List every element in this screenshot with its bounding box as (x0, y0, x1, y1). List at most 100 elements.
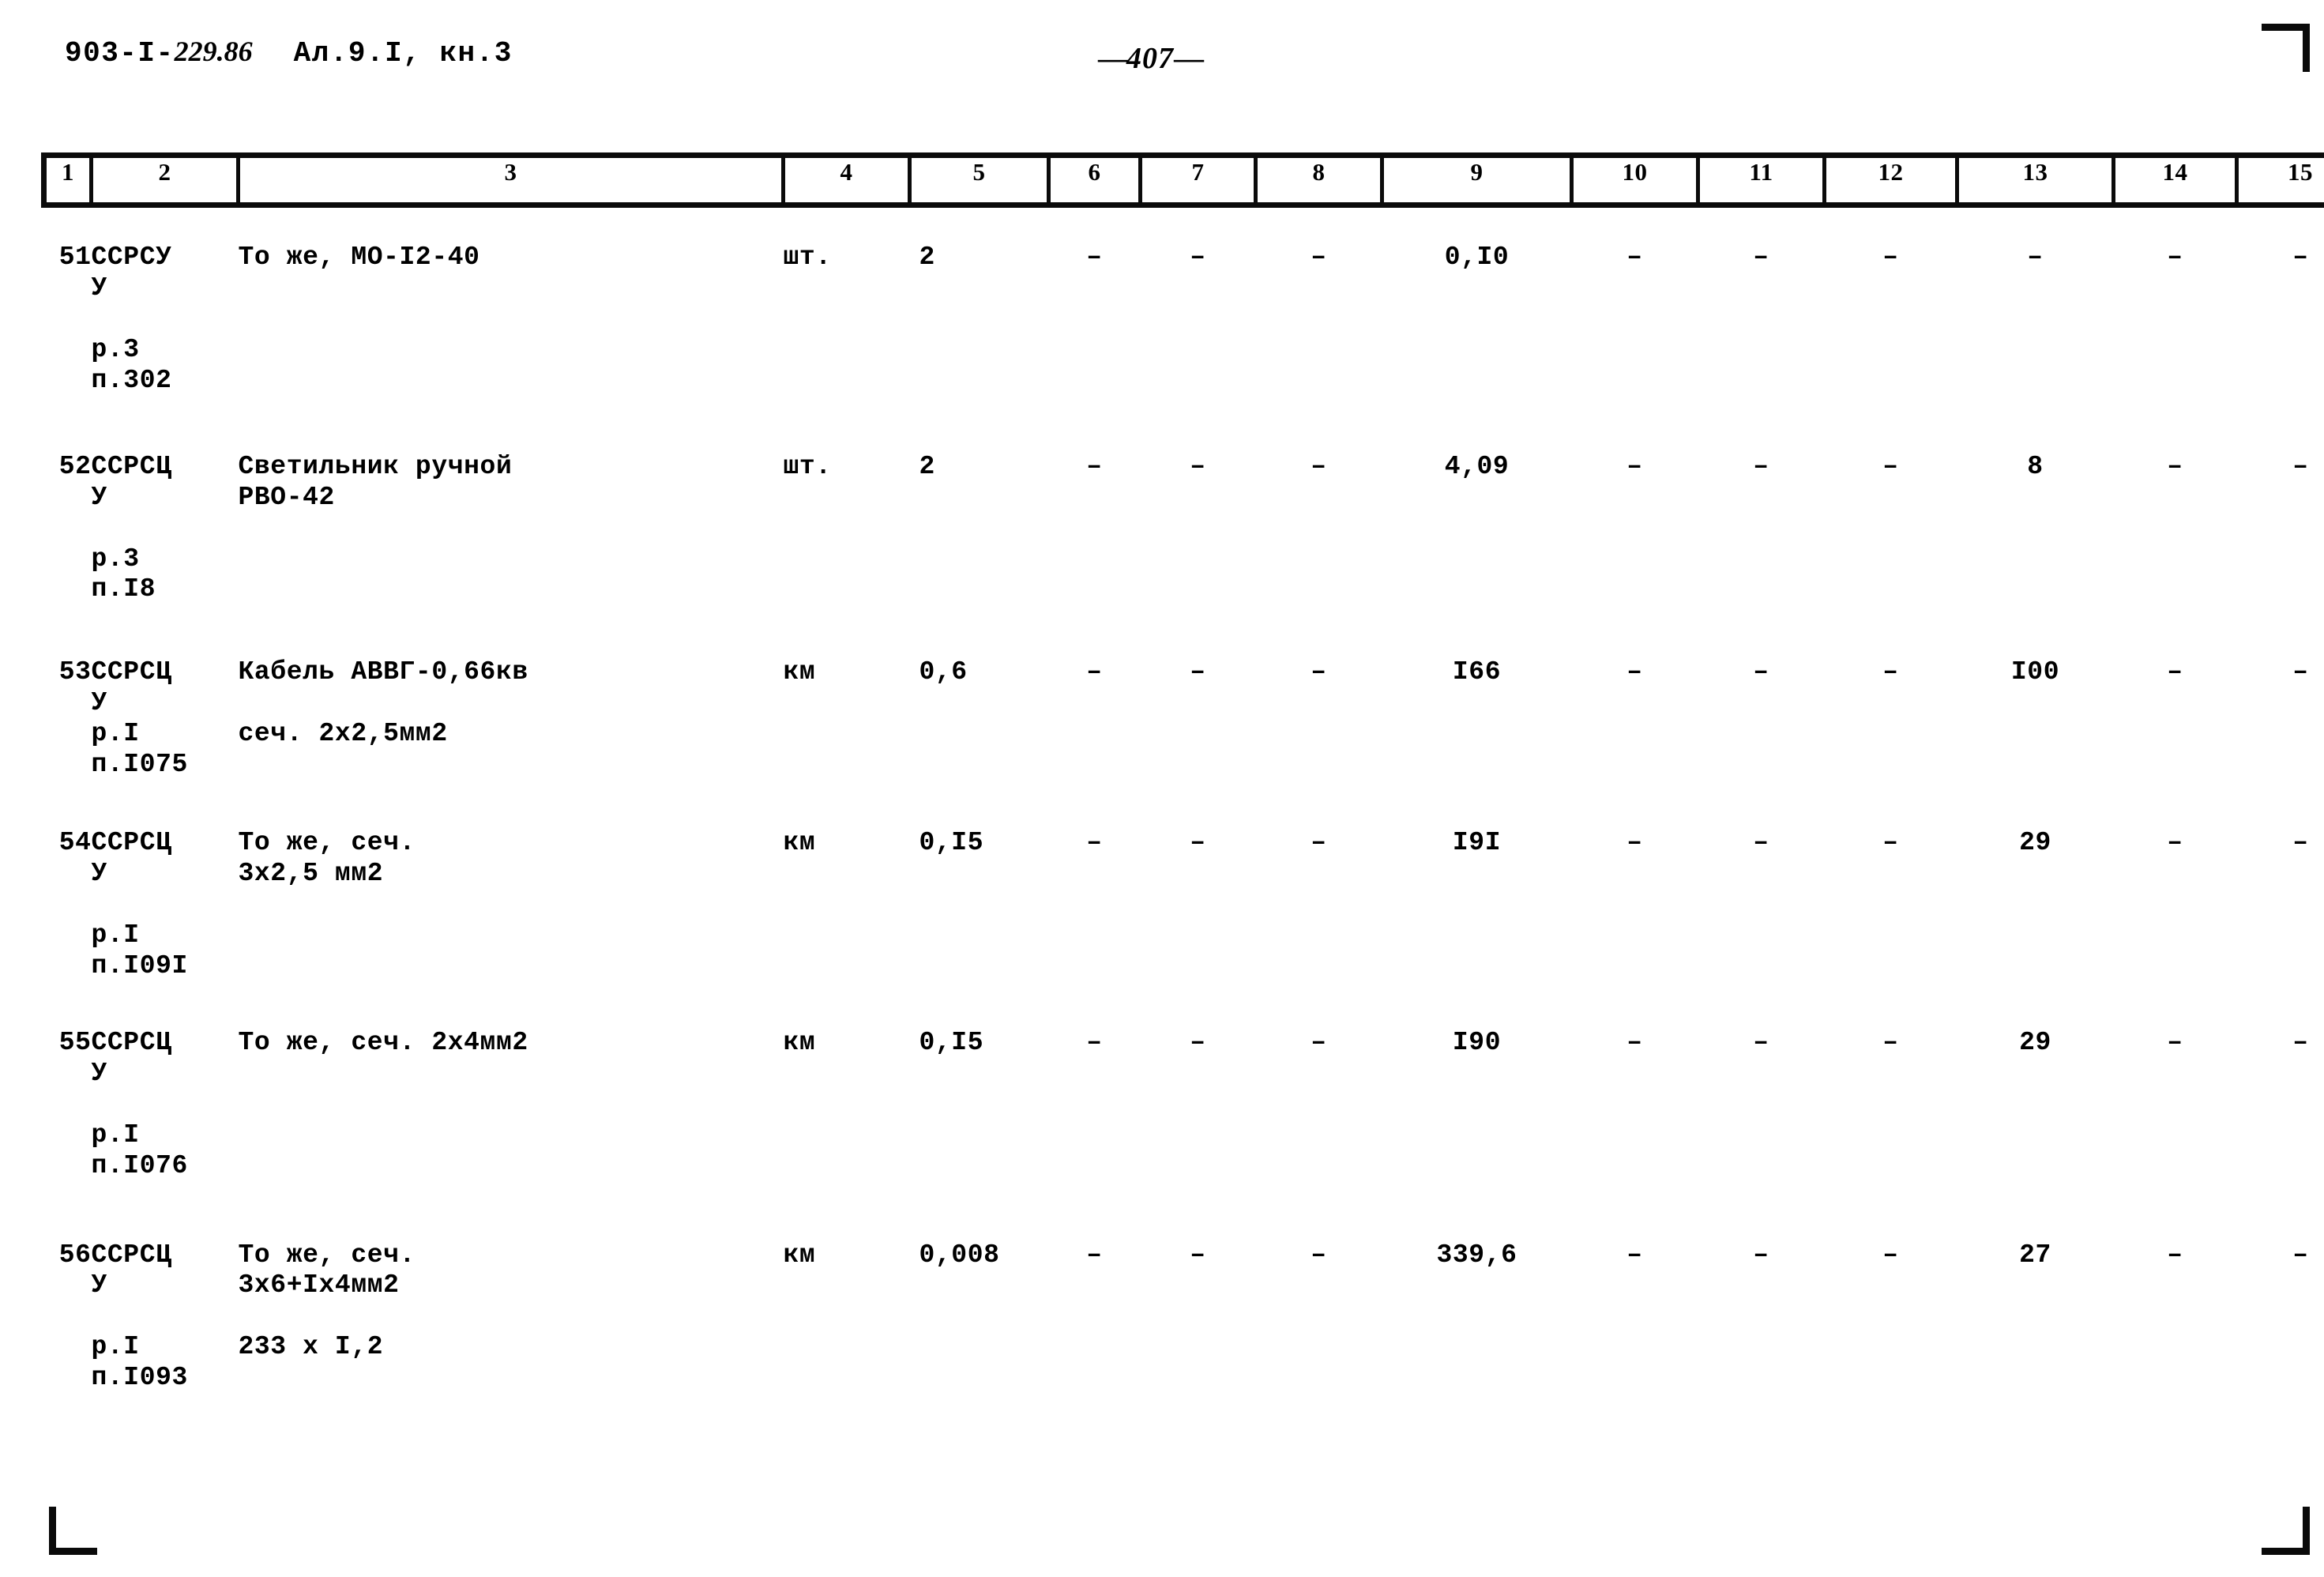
column-header-15: 15 (2236, 152, 2324, 208)
row-unit: км (783, 1027, 816, 1057)
row-unit: км (783, 657, 816, 687)
row-col11: – (1753, 828, 1769, 858)
specification-table: 1 2 3 4 5 6 7 8 9 10 11 12 13 14 15 51 С… (41, 152, 2324, 1394)
row-col11: – (1753, 1027, 1769, 1057)
row-col6: – (1086, 243, 1103, 272)
row-col6: – (1086, 657, 1103, 687)
row-col15: – (2292, 1240, 2309, 1270)
row-col7: – (1190, 1240, 1206, 1270)
row-col9: 4,09 (1444, 451, 1510, 481)
row-col9: 339,6 (1436, 1240, 1517, 1270)
row-code: ССРСЦ У р.I п.I076 (91, 1027, 188, 1180)
row-col5: 0,I5 (919, 828, 984, 858)
page-number-dash-right: — (1174, 42, 1204, 75)
column-header-8: 8 (1255, 152, 1384, 208)
document-code-prefix: 903-I- (65, 37, 175, 70)
row-col12: – (1882, 1240, 1899, 1270)
registration-mark-bottom-left (49, 1507, 97, 1555)
row-col12: – (1882, 657, 1899, 687)
row-code: ССРСУ У р.3 п.302 (91, 243, 172, 395)
row-col10: – (1626, 451, 1643, 481)
row-col15: – (2292, 1027, 2309, 1057)
row-col12: – (1882, 451, 1899, 481)
row-col9: I9I (1452, 828, 1502, 858)
row-col5: 2 (919, 243, 935, 272)
table-row: 56 ССРСЦ У р.I п.I093 То же, сеч. 3х6+Iх… (44, 1240, 2324, 1394)
table-spacer-cell (44, 605, 2324, 657)
row-col15: – (2292, 243, 2309, 272)
table-spacer (44, 1182, 2324, 1240)
column-header-4: 4 (783, 152, 912, 208)
column-header-9: 9 (1382, 152, 1574, 208)
column-header-1: 1 (41, 152, 93, 208)
document-code-suffix: 229.86 (174, 36, 253, 67)
table-spacer (44, 205, 2324, 243)
row-col6: – (1086, 1240, 1103, 1270)
row-col8: – (1311, 657, 1327, 687)
row-col10: – (1626, 1240, 1643, 1270)
row-description: То же, сеч. 3х2,5 мм2 (238, 828, 416, 889)
table-row: 51 ССРСУ У р.3 п.302 То же, МО-I2-40 шт.… (44, 243, 2324, 397)
document-code: 903-I-229.86 (65, 36, 253, 70)
row-col14: – (2167, 657, 2183, 687)
row-unit: км (783, 1240, 816, 1270)
row-col14: – (2167, 451, 2183, 481)
page-number-dash-left: — (1098, 42, 1128, 75)
row-col11: – (1753, 1240, 1769, 1270)
column-header-5: 5 (909, 152, 1051, 208)
row-unit: шт. (783, 451, 832, 481)
table-row: 53 ССРСЦ У р.I п.I075 Кабель АВВГ-0,66кв… (44, 657, 2324, 781)
row-col6: – (1086, 1027, 1103, 1057)
row-col8: – (1311, 1027, 1327, 1057)
row-col11: – (1753, 243, 1769, 272)
scanned-page: 903-I-229.86 Ал.9.I, кн.3 —407— 1 2 3 4 … (0, 0, 2324, 1577)
table-spacer-cell (44, 781, 2324, 828)
column-header-3: 3 (238, 152, 785, 208)
row-col7: – (1190, 243, 1206, 272)
row-col13: 8 (2027, 451, 2044, 481)
row-code: ССРСЦ У р.I п.I093 (91, 1240, 188, 1393)
table-spacer (44, 781, 2324, 828)
row-description: То же, сеч. 3х6+Iх4мм2 233 х I,2 (238, 1240, 416, 1362)
row-col10: – (1626, 657, 1643, 687)
column-header-10: 10 (1571, 152, 1700, 208)
table-row: 52 ССРСЦ У р.3 п.I8 Светильник ручной РВ… (44, 452, 2324, 606)
row-col10: – (1626, 243, 1643, 272)
row-number: 56 (58, 1240, 92, 1270)
row-number: 54 (58, 828, 92, 858)
table-spacer-cell (44, 982, 2324, 1028)
table-spacer (44, 397, 2324, 452)
table-grid: 1 2 3 4 5 6 7 8 9 10 11 12 13 14 15 51 С… (41, 152, 2324, 1394)
row-col8: – (1311, 451, 1327, 481)
row-number: 55 (58, 1027, 92, 1057)
row-col8: – (1311, 828, 1327, 858)
row-col11: – (1753, 451, 1769, 481)
column-header-14: 14 (2113, 152, 2239, 208)
column-header-7: 7 (1140, 152, 1258, 208)
row-col10: – (1626, 828, 1643, 858)
row-col14: – (2167, 1240, 2183, 1270)
table-spacer (44, 982, 2324, 1028)
row-col6: – (1086, 828, 1103, 858)
row-unit: шт. (783, 243, 832, 272)
row-description: То же, МО-I2-40 (238, 243, 480, 272)
row-col8: – (1311, 243, 1327, 272)
column-header-2: 2 (91, 152, 240, 208)
document-header: 903-I-229.86 Ал.9.I, кн.3 (65, 35, 513, 70)
row-description: То же, сеч. 2х4мм2 (238, 1027, 528, 1057)
row-col14: – (2167, 828, 2183, 858)
table-spacer-cell (44, 205, 2324, 243)
row-number: 53 (58, 657, 92, 687)
row-description: Светильник ручной РВО-42 (238, 451, 513, 512)
row-col15: – (2292, 828, 2309, 858)
row-unit: км (783, 828, 816, 858)
row-code: ССРСЦ У р.I п.I09I (91, 828, 188, 980)
table-row: 54 ССРСЦ У р.I п.I09I То же, сеч. 3х2,5 … (44, 828, 2324, 982)
table-spacer-cell (44, 397, 2324, 452)
column-header-11: 11 (1698, 152, 1826, 208)
row-col7: – (1190, 451, 1206, 481)
page-number-value: 407 (1126, 42, 1174, 75)
row-col13: – (2027, 243, 2044, 272)
row-col15: – (2292, 451, 2309, 481)
row-number: 52 (58, 451, 92, 481)
